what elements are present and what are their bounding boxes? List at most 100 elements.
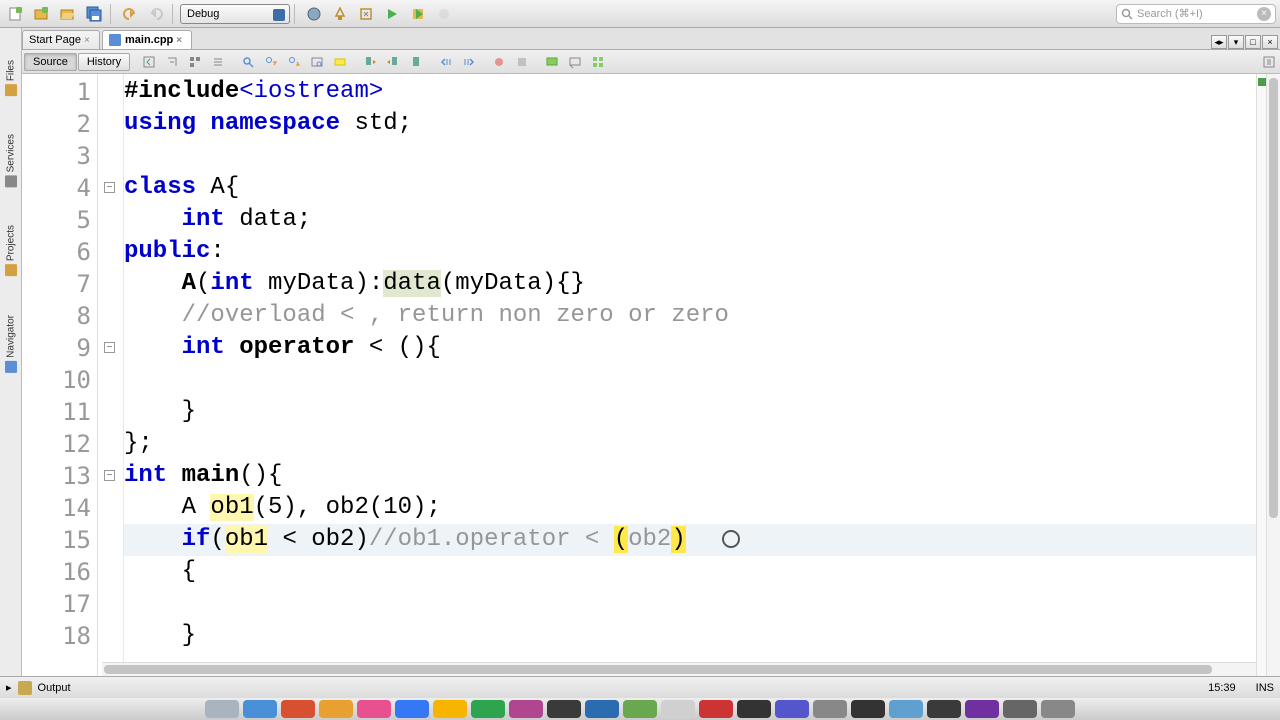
dock-app[interactable] xyxy=(813,700,847,718)
dock-app[interactable] xyxy=(471,700,505,718)
dock-app[interactable] xyxy=(1003,700,1037,718)
find-button[interactable] xyxy=(237,52,259,72)
scrollbar-thumb[interactable] xyxy=(1269,78,1278,518)
vertical-scrollbar[interactable] xyxy=(1266,74,1280,676)
fold-toggle[interactable]: − xyxy=(104,470,115,481)
undo-button[interactable] xyxy=(118,2,142,26)
dock-app[interactable] xyxy=(775,700,809,718)
profile-button[interactable] xyxy=(432,2,456,26)
dock-app[interactable] xyxy=(1041,700,1075,718)
find-next-button[interactable] xyxy=(283,52,305,72)
main-toolbar: Debug Search (⌘+I) × xyxy=(0,0,1280,28)
build-button[interactable] xyxy=(328,2,352,26)
prev-bookmark-button[interactable] xyxy=(359,52,381,72)
line-number-gutter[interactable]: 123456789101112131415161718 xyxy=(22,74,98,676)
side-tab-files[interactable]: Files xyxy=(5,56,17,100)
dock-app[interactable] xyxy=(585,700,619,718)
redo-button[interactable] xyxy=(144,2,168,26)
dock-app[interactable] xyxy=(965,700,999,718)
macos-dock[interactable] xyxy=(0,698,1280,720)
nav-hierarchy-button[interactable] xyxy=(207,52,229,72)
dock-app[interactable] xyxy=(851,700,885,718)
code-editor[interactable]: #include<iostream>using namespace std; c… xyxy=(124,74,1256,676)
tabs-dropdown[interactable]: ▾ xyxy=(1228,35,1244,49)
build-config-select[interactable]: Debug xyxy=(180,4,290,24)
horizontal-scrollbar[interactable] xyxy=(102,662,1256,676)
dock-app[interactable] xyxy=(889,700,923,718)
build-config-label: Debug xyxy=(187,8,219,20)
tab-window-controls: ◂▸ ▾ □ × xyxy=(1211,35,1280,49)
close-tab-icon[interactable]: × xyxy=(84,35,95,46)
shift-right-button[interactable] xyxy=(458,52,480,72)
toggle-bookmark-button[interactable] xyxy=(405,52,427,72)
search-icon xyxy=(1121,8,1133,20)
dock-app[interactable] xyxy=(737,700,771,718)
dock-app[interactable] xyxy=(319,700,353,718)
error-stripe[interactable] xyxy=(1256,74,1266,676)
find-prev-button[interactable] xyxy=(260,52,282,72)
dock-app[interactable] xyxy=(281,700,315,718)
close-all-tabs[interactable]: × xyxy=(1262,35,1278,49)
output-icon xyxy=(18,681,32,695)
scroll-tabs-left[interactable]: ◂▸ xyxy=(1211,35,1227,49)
file-tab-start-page[interactable]: Start Page × xyxy=(22,30,100,49)
fold-toggle[interactable]: − xyxy=(104,342,115,353)
side-tab-navigator[interactable]: Navigator xyxy=(5,311,17,377)
files-icon xyxy=(5,84,17,96)
format-button[interactable] xyxy=(587,52,609,72)
save-all-button[interactable] xyxy=(82,2,106,26)
next-bookmark-button[interactable] xyxy=(382,52,404,72)
toggle-highlight-button[interactable] xyxy=(329,52,351,72)
editor-toolbar: Source History xyxy=(22,50,1280,74)
history-tab[interactable]: History xyxy=(78,53,130,71)
file-tab-main-cpp[interactable]: main.cpp × xyxy=(102,30,192,49)
side-tab-services[interactable]: Services xyxy=(5,130,17,191)
clean-build-button[interactable] xyxy=(354,2,378,26)
error-stripe-mark xyxy=(1258,78,1266,86)
side-tab-projects[interactable]: Projects xyxy=(5,221,17,280)
projects-icon xyxy=(5,265,17,277)
dock-app[interactable] xyxy=(433,700,467,718)
source-tab[interactable]: Source xyxy=(24,53,77,71)
dock-app[interactable] xyxy=(205,700,239,718)
open-project-button[interactable] xyxy=(56,2,80,26)
dock-app[interactable] xyxy=(623,700,657,718)
nav-forward-button[interactable] xyxy=(161,52,183,72)
comment-button[interactable] xyxy=(541,52,563,72)
file-tabs-row: Start Page × main.cpp × ◂▸ ▾ □ × xyxy=(0,28,1280,50)
expand-icon[interactable]: ▸ xyxy=(6,681,12,694)
dock-app[interactable] xyxy=(395,700,429,718)
web-button[interactable] xyxy=(302,2,326,26)
debug-button[interactable] xyxy=(406,2,430,26)
fold-toggle[interactable]: − xyxy=(104,182,115,193)
macro-stop-button[interactable] xyxy=(511,52,533,72)
search-box[interactable]: Search (⌘+I) × xyxy=(1116,4,1276,24)
macro-record-button[interactable] xyxy=(488,52,510,72)
nav-back-button[interactable] xyxy=(138,52,160,72)
close-tab-icon[interactable]: × xyxy=(176,35,187,46)
editor-area: 123456789101112131415161718 − − − #include… xyxy=(22,74,1280,676)
dock-app[interactable] xyxy=(699,700,733,718)
output-label[interactable]: Output xyxy=(38,682,71,694)
editor-options-button[interactable] xyxy=(1258,52,1280,72)
uncomment-button[interactable] xyxy=(564,52,586,72)
scrollbar-thumb[interactable] xyxy=(104,665,1212,674)
left-side-pane: Files Services Projects Navigator xyxy=(0,28,22,698)
new-file-button[interactable] xyxy=(4,2,28,26)
run-button[interactable] xyxy=(380,2,404,26)
insert-mode: INS xyxy=(1256,682,1274,694)
dock-app[interactable] xyxy=(357,700,391,718)
dock-app[interactable] xyxy=(243,700,277,718)
maximize-tab[interactable]: □ xyxy=(1245,35,1261,49)
dock-app[interactable] xyxy=(547,700,581,718)
new-project-button[interactable] xyxy=(30,2,54,26)
nav-members-button[interactable] xyxy=(184,52,206,72)
fold-column[interactable]: − − − xyxy=(98,74,124,676)
find-selection-button[interactable] xyxy=(306,52,328,72)
dock-app[interactable] xyxy=(927,700,961,718)
shift-left-button[interactable] xyxy=(435,52,457,72)
dock-app[interactable] xyxy=(661,700,695,718)
status-bar: ▸ Output 15:39 INS xyxy=(0,676,1280,698)
dock-app[interactable] xyxy=(509,700,543,718)
clear-search-icon[interactable]: × xyxy=(1257,7,1271,21)
